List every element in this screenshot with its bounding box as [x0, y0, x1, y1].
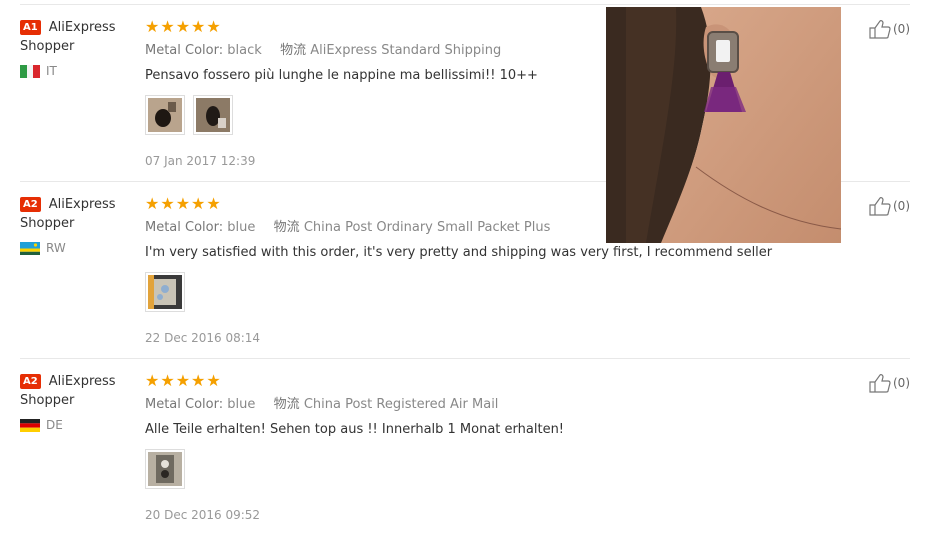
reviewer-country: DE [46, 418, 63, 432]
reviewer-info: A1 AliExpress Shopper IT [20, 18, 130, 78]
helpful-count: (0) [893, 199, 910, 213]
reviewer-name-line2: Shopper [20, 393, 75, 408]
shipping-method: China Post Registered Air Mail [303, 397, 499, 412]
reviewer-name-line2: Shopper [20, 39, 75, 54]
option-value: blue [227, 220, 256, 235]
shipping-method: China Post Ordinary Small Packet Plus [303, 220, 551, 235]
review-date: 20 Dec 2016 09:52 [145, 508, 261, 522]
shipping-label: 物流 [280, 43, 307, 58]
buyer-level-badge: A1 [20, 20, 41, 35]
shipping-label: 物流 [273, 220, 300, 235]
buyer-level-badge: A2 [20, 374, 41, 389]
flag-it-icon [20, 64, 40, 78]
review-photo-thumbnail[interactable] [145, 449, 185, 489]
review-photo-preview [606, 7, 841, 243]
thumbs-up-icon [869, 374, 891, 393]
thumbs-up-icon [869, 197, 891, 216]
reviewer-country: RW [46, 241, 66, 255]
reviewer-name: AliExpress [48, 374, 116, 389]
thumbs-up-icon [869, 20, 891, 39]
helpful-button[interactable]: (0) [869, 373, 910, 393]
option-label: Metal Color: [145, 397, 224, 412]
review-text: Alle Teile erhalten! Sehen top aus !! In… [145, 422, 565, 437]
reviewer-name: AliExpress [48, 20, 116, 35]
reviewer-country: IT [46, 64, 57, 78]
review-date: 22 Dec 2016 08:14 [145, 331, 261, 345]
reviewer-info: A2 AliExpress Shopper RW [20, 195, 130, 255]
reviewer-name-line2: Shopper [20, 216, 75, 231]
review-photo-thumbnail[interactable] [145, 272, 185, 312]
flag-de-icon [20, 418, 40, 432]
helpful-count: (0) [893, 376, 910, 390]
reviewer-info: A2 AliExpress Shopper DE [20, 372, 130, 432]
helpful-count: (0) [893, 22, 910, 36]
review-text: I'm very satisfied with this order, it's… [145, 245, 773, 260]
review-item: A2 AliExpress Shopper DE ★★★★★ Metal Col… [20, 358, 910, 536]
option-value: blue [227, 397, 256, 412]
option-label: Metal Color: [145, 220, 224, 235]
buyer-level-badge: A2 [20, 197, 41, 212]
reviewer-name: AliExpress [48, 197, 116, 212]
review-photo-thumbnail[interactable] [193, 95, 233, 135]
helpful-button[interactable]: (0) [869, 19, 910, 39]
option-value: black [227, 43, 262, 58]
review-photo-thumbnail[interactable] [145, 95, 185, 135]
photo-preview-popup[interactable] [606, 7, 841, 243]
shipping-label: 物流 [273, 397, 300, 412]
option-label: Metal Color: [145, 43, 224, 58]
star-rating: ★★★★★ [145, 371, 222, 390]
helpful-button[interactable]: (0) [869, 196, 910, 216]
shipping-method: AliExpress Standard Shipping [310, 43, 502, 58]
flag-rw-icon [20, 241, 40, 255]
